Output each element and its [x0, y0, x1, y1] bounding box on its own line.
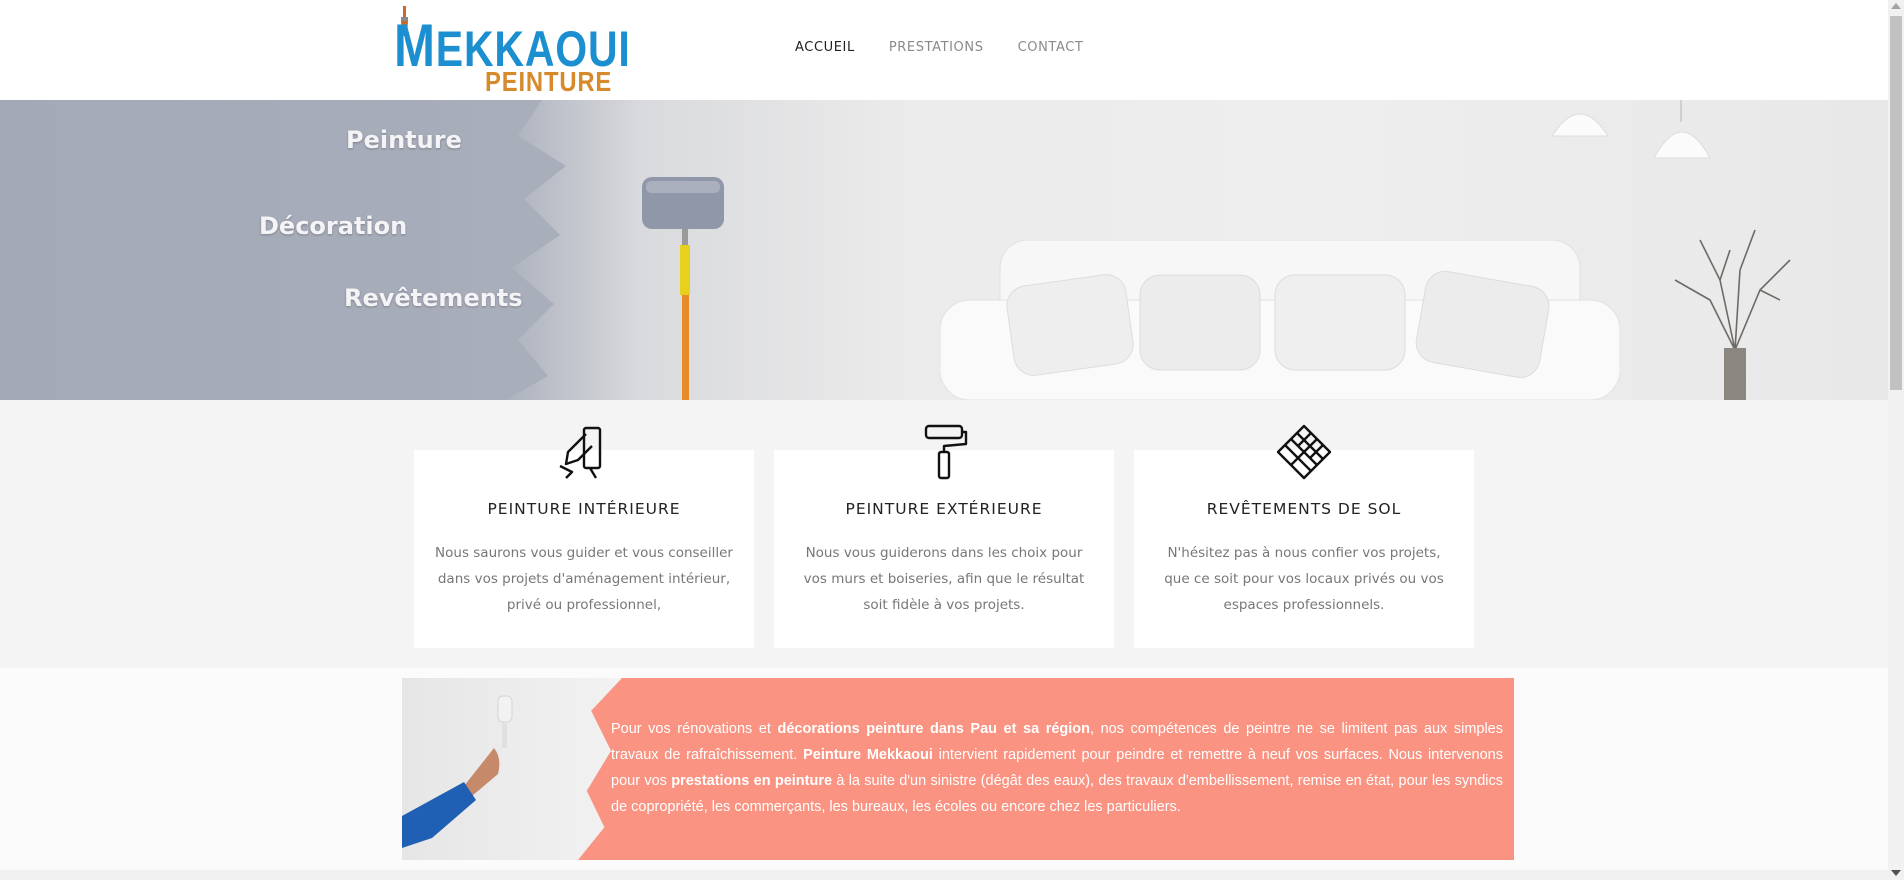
paint-roller-icon: [924, 424, 968, 480]
service-title: REVÊTEMENTS DE SOL: [1206, 500, 1402, 518]
hero-banner: Peinture Décoration Revêtements: [0, 100, 1888, 400]
promo-text-bold-segment: Peinture Mekkaoui: [803, 747, 933, 763]
site-header: MEKKAOUI PEINTURE ACCUEIL PRESTATIONS CO…: [0, 0, 1888, 100]
page: MEKKAOUI PEINTURE ACCUEIL PRESTATIONS CO…: [0, 0, 1904, 880]
main-nav: ACCUEIL PRESTATIONS CONTACT: [795, 40, 1083, 55]
site-logo[interactable]: MEKKAOUI PEINTURE: [390, 4, 630, 97]
parquet-floor-icon: [1276, 424, 1332, 480]
logo-subtitle: PEINTURE: [485, 66, 613, 97]
service-card-exterieure[interactable]: PEINTURE EXTÉRIEURE Nous vous guiderons …: [774, 424, 1114, 648]
service-description: Nous saurons vous guider et vous conseil…: [435, 545, 733, 613]
painter-arm-image: [402, 695, 513, 848]
painted-wall-edge: [470, 100, 566, 400]
service-card-interieure[interactable]: PEINTURE INTÉRIEURE Nous saurons vous gu…: [414, 426, 754, 648]
pendant-lamp-image: [1653, 100, 1711, 159]
hero-line-revetements: Revêtements: [344, 284, 523, 312]
promo-banner: Pour vos rénovations et décorations pein…: [402, 678, 1514, 860]
services-section: PEINTURE INTÉRIEURE Nous saurons vous gu…: [0, 400, 1888, 668]
next-section-edge: [0, 870, 1888, 880]
nav-prestations[interactable]: PRESTATIONS: [889, 40, 984, 55]
promo-text: Pour vos rénovations et décorations pein…: [611, 716, 1503, 820]
paint-roller-image: [642, 177, 724, 400]
service-description: Nous vous guiderons dans les choix pour …: [803, 545, 1085, 613]
paint-brushes-icon: [559, 426, 602, 479]
promo-section: Pour vos rénovations et décorations pein…: [0, 668, 1888, 880]
nav-contact[interactable]: CONTACT: [1018, 40, 1084, 55]
promo-text-bold-segment: décorations peinture dans Pau et sa régi…: [777, 721, 1091, 737]
service-title: PEINTURE INTÉRIEURE: [487, 500, 681, 518]
pendant-lamp-image: [1551, 113, 1609, 137]
page-scrollbar[interactable]: [1888, 0, 1904, 880]
scroll-up-arrow-icon[interactable]: [1891, 3, 1901, 9]
sofa-image: [940, 240, 1620, 400]
hero-line-decoration: Décoration: [259, 212, 408, 240]
hero-line-peinture: Peinture: [346, 126, 462, 154]
promo-text-segment: Pour vos rénovations et: [611, 721, 778, 737]
service-description: N'hésitez pas à nous confier vos projets…: [1164, 545, 1444, 613]
scrollbar-thumb[interactable]: [1890, 16, 1902, 390]
plant-vase-image: [1674, 229, 1791, 400]
logo-initial: M: [394, 12, 436, 79]
service-card-sol[interactable]: REVÊTEMENTS DE SOL N'hésitez pas à nous …: [1134, 424, 1474, 648]
nav-accueil[interactable]: ACCUEIL: [795, 40, 855, 55]
service-title: PEINTURE EXTÉRIEURE: [845, 500, 1043, 518]
promo-text-bold-segment: prestations en peinture: [671, 773, 833, 789]
scroll-down-arrow-icon[interactable]: [1891, 870, 1901, 876]
